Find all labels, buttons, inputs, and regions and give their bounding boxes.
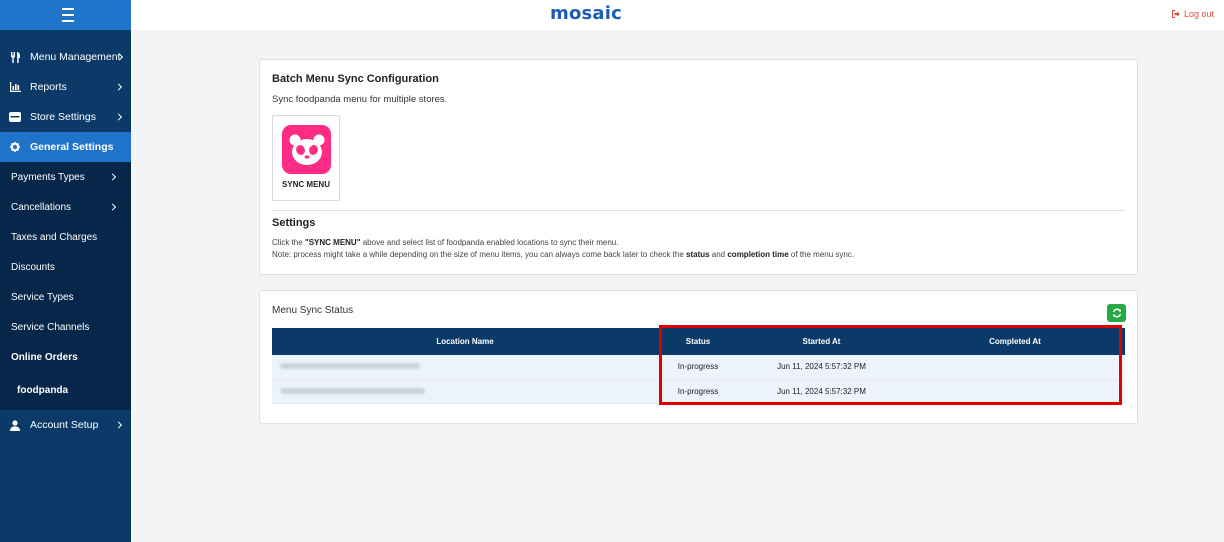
column-header-status: Status bbox=[658, 328, 738, 355]
utensils-icon bbox=[9, 51, 21, 63]
status-cell: In-progress bbox=[658, 379, 738, 404]
config-card-title: Batch Menu Sync Configuration bbox=[272, 73, 439, 85]
settings-heading: Settings bbox=[272, 217, 316, 229]
settings-text: Click the bbox=[272, 238, 305, 247]
chevron-right-icon bbox=[114, 83, 123, 91]
sidebar-nav: Menu Management Reports Store Settings G… bbox=[0, 30, 131, 440]
sidebar-item-taxes-and-charges[interactable]: Taxes and Charges bbox=[0, 222, 131, 252]
sidebar-item-label: foodpanda bbox=[17, 384, 69, 396]
config-card-description: Sync foodpanda menu for multiple stores. bbox=[272, 94, 448, 105]
menu-sync-status-card: Menu Sync Status Location Name Status St… bbox=[259, 290, 1138, 424]
sidebar-item-label: Reports bbox=[30, 81, 67, 93]
sidebar-item-label: Menu Management bbox=[30, 51, 121, 63]
sidebar-item-cancellations[interactable]: Cancellations bbox=[0, 192, 131, 222]
column-header-location: Location Name bbox=[272, 328, 658, 355]
sync-status-table: Location Name Status Started At Complete… bbox=[272, 328, 1125, 404]
store-icon bbox=[9, 111, 21, 123]
sidebar-item-reports[interactable]: Reports bbox=[0, 72, 131, 102]
brand-logo: mosaic bbox=[550, 3, 623, 24]
table-row: In-progress Jun 11, 2024 5:57:32 PM bbox=[272, 379, 1125, 404]
sidebar-item-payments-types[interactable]: Payments Types bbox=[0, 162, 131, 192]
settings-text: Note: process might take a while dependi… bbox=[272, 250, 686, 259]
status-cell: In-progress bbox=[658, 355, 738, 380]
location-cell-redacted bbox=[272, 355, 658, 380]
refresh-icon bbox=[1112, 308, 1121, 318]
chevron-right-icon bbox=[108, 173, 117, 181]
settings-text: of the menu sync. bbox=[788, 250, 855, 259]
chevron-right-icon bbox=[114, 113, 123, 121]
column-header-completed-at: Completed At bbox=[905, 328, 1125, 355]
sidebar-item-menu-management[interactable]: Menu Management bbox=[0, 42, 131, 72]
sidebar-item-label: Service Types bbox=[11, 291, 74, 303]
sidebar-item-general-settings[interactable]: General Settings bbox=[0, 132, 131, 162]
sidebar-item-label: Discounts bbox=[11, 261, 55, 273]
sidebar-item-label: General Settings bbox=[30, 141, 114, 153]
sidebar-item-service-channels[interactable]: Service Channels bbox=[0, 312, 131, 342]
sidebar-item-label: Payments Types bbox=[11, 171, 85, 183]
chevron-right-icon bbox=[114, 421, 123, 429]
settings-text: and bbox=[709, 250, 728, 259]
sidebar-item-online-orders[interactable]: Online Orders bbox=[0, 342, 131, 372]
top-bar: mosaic Log out bbox=[131, 0, 1224, 30]
settings-text: above and select list of foodpanda enabl… bbox=[360, 238, 619, 247]
foodpanda-logo-icon bbox=[282, 125, 331, 174]
sidebar-item-service-types[interactable]: Service Types bbox=[0, 282, 131, 312]
menu-toggle-icon[interactable] bbox=[58, 8, 74, 22]
sidebar-item-label: Service Channels bbox=[11, 321, 90, 333]
settings-instructions: Click the "SYNC MENU" above and select l… bbox=[272, 237, 854, 261]
general-settings-submenu: Payments Types Cancellations Taxes and C… bbox=[0, 162, 131, 410]
sidebar-item-label: Online Orders bbox=[11, 351, 78, 363]
completed-at-cell bbox=[905, 379, 1125, 404]
logout-icon bbox=[1171, 10, 1180, 18]
refresh-button[interactable] bbox=[1107, 304, 1126, 322]
chevron-right-icon bbox=[108, 203, 117, 211]
sync-menu-button[interactable]: SYNC MENU bbox=[272, 115, 340, 201]
settings-text-bold: completion time bbox=[727, 250, 789, 259]
logout-button[interactable]: Log out bbox=[1171, 9, 1214, 19]
started-at-cell: Jun 11, 2024 5:57:32 PM bbox=[738, 355, 905, 380]
status-card-title: Menu Sync Status bbox=[272, 305, 354, 316]
sidebar-item-discounts[interactable]: Discounts bbox=[0, 252, 131, 282]
divider bbox=[272, 210, 1125, 211]
sidebar-item-account-setup[interactable]: Account Setup bbox=[0, 410, 131, 440]
sidebar-item-label: Account Setup bbox=[30, 419, 99, 431]
sidebar-item-label: Taxes and Charges bbox=[11, 231, 98, 243]
user-icon bbox=[9, 419, 21, 431]
sidebar-header bbox=[0, 0, 131, 30]
completed-at-cell bbox=[905, 355, 1125, 380]
gear-icon bbox=[9, 141, 21, 153]
started-at-cell: Jun 11, 2024 5:57:32 PM bbox=[738, 379, 905, 404]
location-cell-redacted bbox=[272, 379, 658, 404]
logout-label: Log out bbox=[1183, 9, 1214, 19]
settings-text-bold: status bbox=[686, 250, 710, 259]
sidebar-item-store-settings[interactable]: Store Settings bbox=[0, 102, 131, 132]
bar-chart-icon bbox=[9, 81, 21, 93]
batch-sync-config-card: Batch Menu Sync Configuration Sync foodp… bbox=[259, 59, 1138, 275]
column-header-started-at: Started At bbox=[738, 328, 905, 355]
sync-menu-label: SYNC MENU bbox=[281, 180, 330, 189]
sidebar: Menu Management Reports Store Settings G… bbox=[0, 0, 131, 542]
table-row: In-progress Jun 11, 2024 5:57:32 PM bbox=[272, 355, 1125, 380]
sidebar-item-foodpanda[interactable]: foodpanda bbox=[0, 372, 131, 408]
settings-text-bold: "SYNC MENU" bbox=[304, 238, 361, 247]
sidebar-item-label: Store Settings bbox=[30, 111, 96, 123]
sidebar-item-label: Cancellations bbox=[11, 201, 72, 213]
